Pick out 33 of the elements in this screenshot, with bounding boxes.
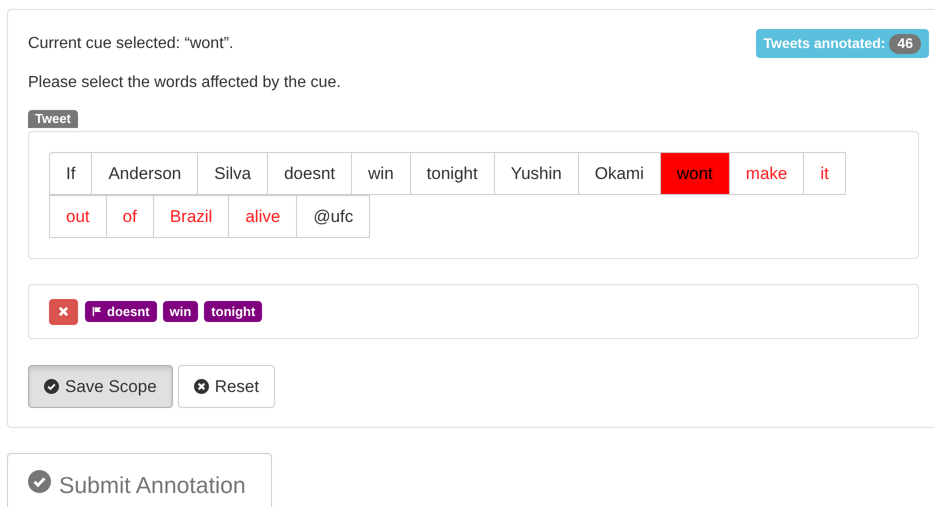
- scope-tag: win: [162, 301, 198, 322]
- check-circle-icon: [44, 379, 59, 394]
- word-button[interactable]: out: [49, 195, 107, 238]
- x-circle-icon: [194, 379, 209, 394]
- cue-text: Current cue selected: “wont”.: [28, 34, 234, 54]
- word-button[interactable]: Brazil: [152, 195, 230, 238]
- word-button[interactable]: it: [803, 152, 846, 195]
- scope-tag: tonight: [204, 301, 262, 322]
- word-button[interactable]: Anderson: [91, 152, 198, 195]
- word-button[interactable]: win: [351, 152, 411, 195]
- word-button[interactable]: doesnt: [267, 152, 352, 195]
- word-button[interactable]: of: [106, 195, 154, 238]
- submit-annotation-button[interactable]: Submit Annotation: [7, 453, 272, 507]
- word-button[interactable]: alive: [228, 195, 298, 238]
- close-icon: [58, 306, 69, 317]
- count-badge: 46: [889, 34, 921, 54]
- check-circle-icon: [28, 470, 51, 493]
- word-button[interactable]: make: [728, 152, 804, 195]
- reset-button[interactable]: Reset: [178, 365, 276, 408]
- save-scope-button[interactable]: Save Scope: [28, 365, 173, 408]
- scope-tag: doesnt: [85, 301, 157, 322]
- word-button[interactable]: wont: [660, 152, 730, 195]
- word-button[interactable]: Yushin: [494, 152, 579, 195]
- word-button[interactable]: If: [49, 152, 92, 195]
- remove-button[interactable]: [49, 298, 78, 324]
- word-button[interactable]: Silva: [197, 152, 268, 195]
- word-button[interactable]: Okami: [578, 152, 661, 195]
- tweet-label: Tweet: [28, 110, 78, 128]
- instruction-text: Please select the words affected by the cue.: [28, 73, 342, 93]
- word-button[interactable]: @ufc: [296, 195, 370, 238]
- badge-label: Tweets annotated:: [764, 34, 886, 53]
- word-button[interactable]: tonight: [410, 152, 495, 195]
- flag-icon: [92, 306, 103, 317]
